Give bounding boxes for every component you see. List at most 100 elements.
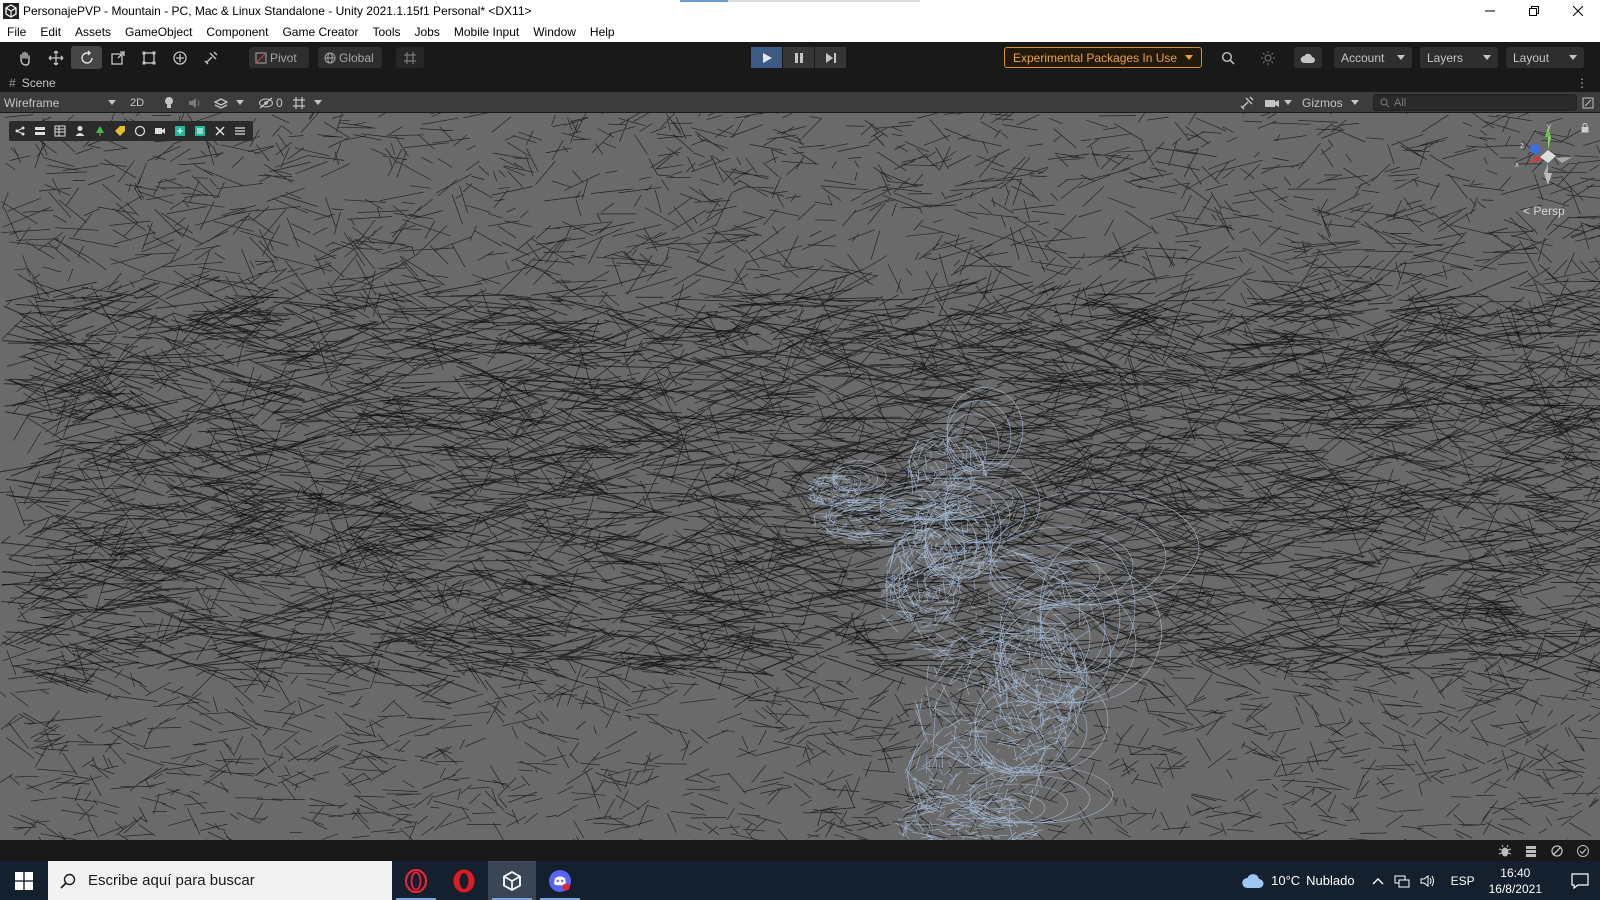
menu-jobs[interactable]: Jobs	[415, 25, 440, 39]
main-toolbar: Pivot Global Experimental Packages In Us…	[0, 42, 1600, 74]
clock[interactable]: 16:40 16/8/2021	[1489, 865, 1542, 897]
no-network-icon[interactable]	[1548, 843, 1566, 858]
tree-icon[interactable]	[91, 123, 109, 139]
move-tool-button[interactable]	[40, 46, 71, 69]
language-indicator[interactable]: ESP	[1451, 874, 1475, 888]
camera-dropdown[interactable]	[1264, 94, 1292, 111]
menu-assets[interactable]: Assets	[75, 25, 111, 39]
unity-logo-icon	[3, 3, 19, 19]
cloud-button[interactable]	[1294, 47, 1322, 68]
grid-snap-button[interactable]	[396, 47, 424, 68]
table-icon[interactable]	[51, 123, 69, 139]
windows-logo-icon	[15, 871, 33, 890]
opera-gx-icon	[404, 868, 428, 893]
opera-icon	[453, 869, 475, 892]
layers-stack-icon[interactable]	[31, 123, 49, 139]
taskbar-opera[interactable]	[440, 861, 488, 900]
transform-icon	[172, 50, 187, 65]
taskbar-discord[interactable]	[536, 861, 584, 900]
layout-dropdown[interactable]: Layout	[1506, 47, 1584, 68]
taskbar-opera-gx[interactable]	[392, 861, 440, 900]
scene-search-input[interactable]: All	[1373, 94, 1577, 111]
toggle-2d-button[interactable]: 2D	[130, 94, 144, 111]
restore-button[interactable]	[1512, 0, 1556, 22]
list-green-icon[interactable]	[191, 123, 209, 139]
rotate-icon	[80, 50, 93, 64]
rotate-tool-button[interactable]	[71, 46, 102, 69]
draw-mode-dropdown[interactable]: Wireframe	[4, 94, 118, 111]
circle-icon[interactable]	[131, 123, 149, 139]
scale-tool-button[interactable]	[102, 46, 133, 69]
services-button[interactable]	[1254, 47, 1282, 68]
weather-widget[interactable]: 10°C Nublado	[1241, 873, 1355, 889]
tools-toggle[interactable]	[1240, 94, 1254, 111]
effects-dropdown[interactable]	[214, 94, 244, 111]
gizmos-dropdown[interactable]: Gizmos	[1302, 94, 1359, 111]
pause-button[interactable]	[783, 47, 814, 68]
search-button[interactable]	[1214, 47, 1242, 68]
grid-dropdown[interactable]	[292, 94, 322, 111]
menu-file[interactable]: File	[7, 25, 26, 39]
person-icon[interactable]	[71, 123, 89, 139]
audio-toggle[interactable]	[188, 94, 202, 111]
restore-icon	[1529, 6, 1539, 16]
chevron-down-icon	[1569, 55, 1577, 60]
step-button[interactable]	[815, 47, 846, 68]
play-button[interactable]	[751, 47, 782, 68]
add-component-icon[interactable]	[171, 123, 189, 139]
tab-scene[interactable]: # Scene	[0, 76, 56, 90]
menu-help[interactable]: Help	[590, 25, 615, 39]
tag-icon[interactable]	[111, 123, 129, 139]
menu-edit[interactable]: Edit	[40, 25, 61, 39]
menu-window[interactable]: Window	[533, 25, 576, 39]
taskbar-search-placeholder: Escribe aquí para buscar	[88, 872, 255, 889]
share-icon[interactable]	[11, 123, 29, 139]
hand-tool-button[interactable]	[9, 46, 40, 69]
lighting-toggle[interactable]	[163, 94, 175, 111]
maximize-scene-button[interactable]	[1582, 94, 1594, 111]
chevron-down-icon	[1284, 100, 1292, 105]
title-bar: PersonajePVP - Mountain - PC, Mac & Linu…	[0, 0, 1600, 22]
notification-icon	[1571, 872, 1589, 889]
eye-slash-icon	[259, 97, 273, 108]
chevron-up-icon[interactable]	[1372, 877, 1384, 885]
taskbar-unity[interactable]	[488, 861, 536, 900]
hidden-count: 0	[276, 95, 283, 110]
minimize-button[interactable]	[1468, 0, 1512, 22]
perspective-toggle[interactable]: < Persp	[1523, 204, 1565, 218]
global-toggle[interactable]: Global	[318, 47, 382, 68]
start-button[interactable]	[0, 861, 48, 900]
layers-dropdown[interactable]: Layers	[1420, 47, 1498, 68]
stack-icon[interactable]	[1522, 843, 1540, 858]
menu-component[interactable]: Component	[206, 25, 268, 39]
taskbar-search-input[interactable]: Escribe aquí para buscar	[48, 861, 392, 900]
scene-viewport[interactable]: y z x < Persp	[0, 113, 1600, 840]
menu-mobile-input[interactable]: Mobile Input	[454, 25, 519, 39]
experimental-packages-dropdown[interactable]: Experimental Packages In Use	[1004, 47, 1203, 68]
close-icon[interactable]	[211, 123, 229, 139]
orientation-gizmo[interactable]: y z x	[1512, 123, 1582, 193]
menu-gameobject[interactable]: GameObject	[125, 25, 192, 39]
rect-tool-button[interactable]	[133, 46, 164, 69]
gizmo-x-label: x	[1515, 160, 1519, 169]
menu-icon[interactable]	[231, 123, 249, 139]
volume-icon[interactable]	[1420, 874, 1436, 888]
network-icon[interactable]	[1394, 874, 1410, 888]
account-dropdown[interactable]: Account	[1334, 47, 1412, 68]
grid-snap-icon	[404, 51, 416, 64]
notifications-button[interactable]	[1560, 872, 1600, 889]
lock-icon[interactable]	[1581, 123, 1589, 133]
menu-tools[interactable]: Tools	[372, 25, 400, 39]
custom-tool-button[interactable]	[195, 46, 226, 69]
debug-icon[interactable]	[1496, 843, 1514, 858]
more-options-icon[interactable]: ⋮	[1576, 76, 1588, 90]
transform-tool-button[interactable]	[164, 46, 195, 69]
close-button[interactable]	[1556, 0, 1600, 22]
menu-game-creator[interactable]: Game Creator	[282, 25, 358, 39]
account-label: Account	[1341, 50, 1385, 65]
pivot-toggle[interactable]: Pivot	[249, 47, 309, 68]
scene-visibility-toggle[interactable]: 0	[258, 94, 283, 111]
video-camera-icon[interactable]	[151, 123, 169, 139]
check-circle-icon[interactable]	[1574, 843, 1592, 858]
pivot-icon	[255, 52, 267, 63]
